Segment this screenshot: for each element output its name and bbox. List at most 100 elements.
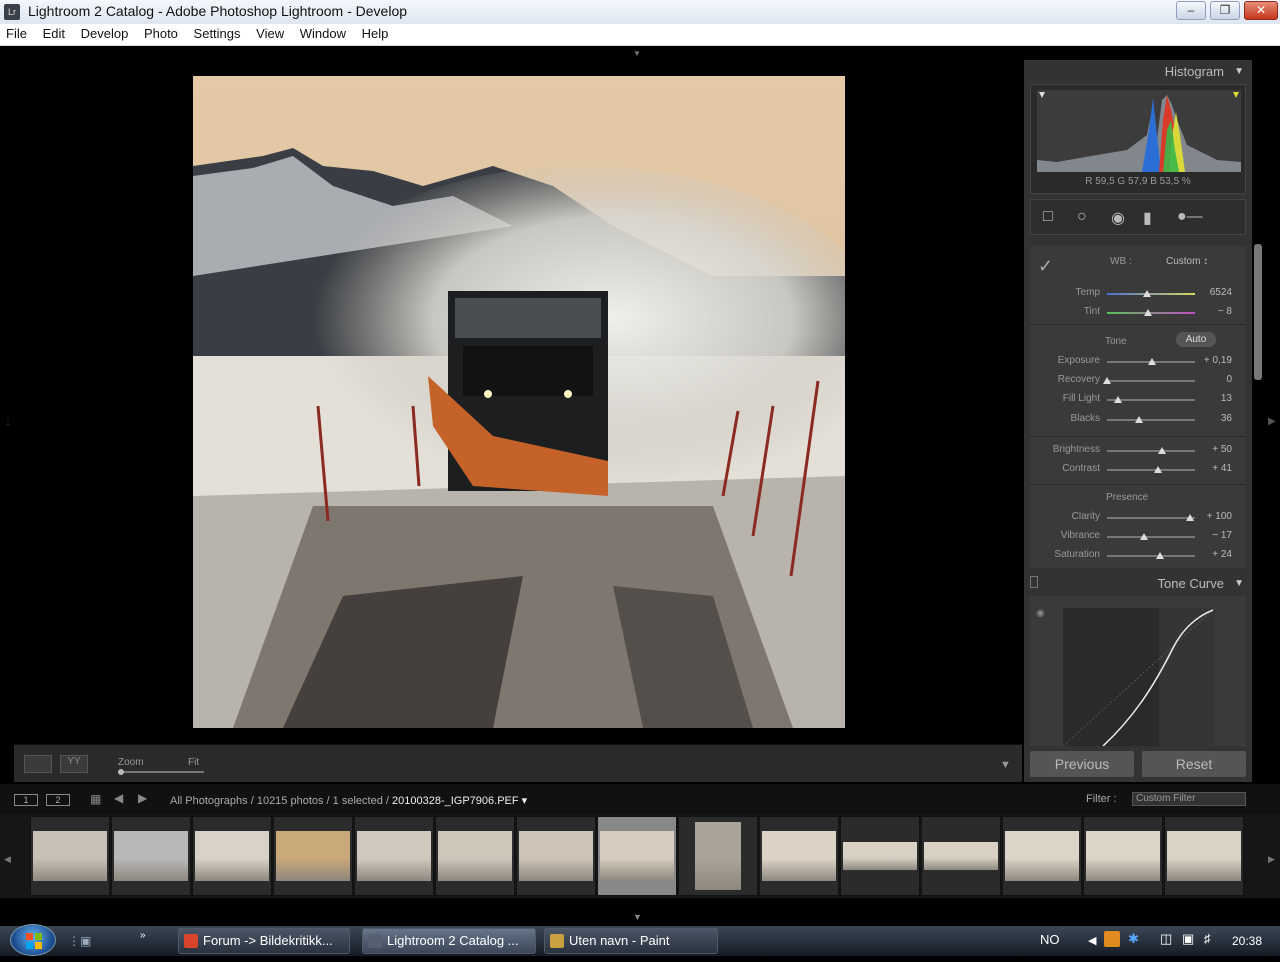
spot-removal-icon[interactable]: ○ bbox=[1077, 208, 1087, 226]
volume-icon[interactable]: ♯ bbox=[1204, 931, 1211, 946]
network-icon[interactable]: ▣ bbox=[1182, 931, 1194, 947]
task-paint[interactable]: Uten navn - Paint bbox=[544, 928, 718, 954]
clarity-slider-knob[interactable] bbox=[1185, 514, 1194, 521]
auto-tone-button[interactable]: Auto bbox=[1176, 332, 1216, 347]
more-icon[interactable]: » bbox=[140, 930, 146, 941]
brightness-slider-knob[interactable] bbox=[1158, 447, 1167, 454]
restore-button[interactable]: ❐ bbox=[1210, 1, 1240, 20]
filmstrip-cell[interactable] bbox=[192, 816, 272, 896]
tray-chevron-icon[interactable]: ◀ bbox=[1088, 934, 1096, 947]
filmstrip-cell[interactable] bbox=[111, 816, 191, 896]
filmstrip-cell[interactable] bbox=[435, 816, 515, 896]
menu-edit[interactable]: Edit bbox=[37, 24, 71, 41]
task-lightroom[interactable]: Lightroom 2 Catalog ... bbox=[362, 928, 536, 954]
recovery-value[interactable]: 0 bbox=[1200, 374, 1232, 385]
zoom-slider-knob[interactable] bbox=[118, 769, 124, 775]
histogram-graph[interactable] bbox=[1037, 90, 1241, 172]
tint-slider-knob[interactable] bbox=[1144, 309, 1153, 316]
recovery-slider-knob[interactable] bbox=[1103, 377, 1111, 384]
saturation-value[interactable]: + 24 bbox=[1200, 549, 1232, 560]
filmstrip-cell[interactable] bbox=[1164, 816, 1244, 896]
clock[interactable]: 20:38 bbox=[1232, 934, 1262, 948]
temp-value[interactable]: 6524 bbox=[1200, 287, 1232, 298]
task-browser[interactable]: Forum -> Bildekritikk... bbox=[178, 928, 350, 954]
tone-curve-header[interactable]: Tone Curve ▼ bbox=[1024, 572, 1252, 596]
toolbar-menu-icon[interactable]: ▼ bbox=[1000, 759, 1011, 771]
tray-language[interactable]: NO bbox=[1040, 932, 1060, 947]
close-button[interactable]: ✕ bbox=[1244, 1, 1278, 20]
adjustment-brush-icon[interactable]: ●— bbox=[1177, 208, 1203, 226]
exposure-value[interactable]: + 0,19 bbox=[1200, 355, 1232, 366]
bottom-panel-toggle[interactable]: ▼ bbox=[0, 898, 1280, 926]
menu-settings[interactable]: Settings bbox=[188, 24, 247, 41]
filmstrip-cell[interactable] bbox=[516, 816, 596, 896]
before-after-button[interactable]: YY bbox=[60, 755, 88, 773]
minimize-button[interactable]: – bbox=[1176, 1, 1206, 20]
fill-light-slider-knob[interactable] bbox=[1114, 396, 1123, 403]
wb-select[interactable]: Custom ↕ bbox=[1166, 256, 1208, 267]
crop-tool-icon[interactable]: □ bbox=[1043, 208, 1053, 226]
filter-select[interactable]: Custom Filter bbox=[1132, 792, 1246, 806]
loupe-view-button[interactable] bbox=[24, 755, 52, 773]
main-photo[interactable] bbox=[193, 76, 845, 728]
menu-help[interactable]: Help bbox=[356, 24, 395, 41]
contrast-slider[interactable] bbox=[1107, 469, 1195, 471]
primary-window-button[interactable]: 1 bbox=[14, 794, 38, 806]
filmstrip-right-icon[interactable]: ▶ bbox=[1268, 854, 1275, 865]
tint-value[interactable]: − 8 bbox=[1200, 306, 1232, 317]
reset-button[interactable]: Reset bbox=[1142, 751, 1246, 777]
tray-device-icon[interactable]: ◫ bbox=[1160, 931, 1172, 947]
zoom-value[interactable]: Fit bbox=[188, 757, 199, 768]
filmstrip-cell[interactable] bbox=[30, 816, 110, 896]
filmstrip-breadcrumb[interactable]: All Photographs / 10215 photos / 1 selec… bbox=[170, 794, 527, 807]
target-adjust-icon[interactable]: ◉ bbox=[1036, 608, 1045, 619]
filmstrip-cell[interactable] bbox=[678, 816, 758, 896]
contrast-value[interactable]: + 41 bbox=[1200, 463, 1232, 474]
temp-slider[interactable] bbox=[1107, 293, 1195, 295]
tray-app-icon[interactable] bbox=[1104, 931, 1120, 947]
forward-arrow-icon[interactable]: ▶ bbox=[138, 791, 147, 805]
contrast-slider-knob[interactable] bbox=[1154, 466, 1163, 473]
panel-toggle-icon[interactable] bbox=[1030, 576, 1038, 588]
panel-scrollbar[interactable] bbox=[1254, 244, 1262, 380]
brightness-slider[interactable] bbox=[1107, 450, 1195, 452]
menu-file[interactable]: File bbox=[0, 24, 33, 41]
secondary-window-button[interactable]: 2 bbox=[46, 794, 70, 806]
saturation-slider-knob[interactable] bbox=[1155, 552, 1164, 559]
breadcrumb-filename[interactable]: 20100328-_IGP7906.PEF ▾ bbox=[392, 795, 527, 807]
tone-curve-graph[interactable] bbox=[1063, 608, 1215, 746]
filmstrip-cell[interactable] bbox=[597, 816, 677, 896]
left-panel-toggle-icon[interactable]: ⋮ bbox=[3, 416, 13, 427]
back-arrow-icon[interactable]: ◀ bbox=[114, 791, 123, 805]
menu-develop[interactable]: Develop bbox=[75, 24, 135, 41]
filmstrip-left-icon[interactable]: ◀ bbox=[4, 854, 11, 865]
clarity-slider[interactable] bbox=[1107, 517, 1195, 519]
recovery-slider[interactable] bbox=[1107, 380, 1195, 382]
bluetooth-icon[interactable]: ✱ bbox=[1128, 931, 1139, 947]
vibrance-slider[interactable] bbox=[1107, 536, 1195, 538]
menu-window[interactable]: Window bbox=[294, 24, 352, 41]
histogram-header[interactable]: Histogram ▼ bbox=[1024, 60, 1252, 84]
graduated-filter-icon[interactable]: ▮ bbox=[1143, 208, 1152, 228]
quick-launch-icon[interactable]: ⋮▣ bbox=[68, 934, 91, 948]
saturation-slider[interactable] bbox=[1107, 555, 1195, 557]
fill-light-value[interactable]: 13 bbox=[1200, 393, 1232, 404]
vibrance-value[interactable]: − 17 bbox=[1200, 530, 1232, 541]
blacks-slider-knob[interactable] bbox=[1134, 416, 1143, 423]
eyedropper-icon[interactable]: ✓ bbox=[1038, 256, 1053, 277]
clarity-value[interactable]: + 100 bbox=[1200, 511, 1232, 522]
temp-slider-knob[interactable] bbox=[1142, 290, 1151, 297]
filmstrip-cell[interactable] bbox=[354, 816, 434, 896]
right-panel-toggle-icon[interactable]: ▶ bbox=[1268, 416, 1276, 427]
zoom-slider[interactable] bbox=[118, 771, 204, 773]
menu-photo[interactable]: Photo bbox=[138, 24, 184, 41]
brightness-value[interactable]: + 50 bbox=[1200, 444, 1232, 455]
previous-button[interactable]: Previous bbox=[1030, 751, 1134, 777]
blacks-slider[interactable] bbox=[1107, 419, 1195, 421]
exposure-slider-knob[interactable] bbox=[1147, 358, 1156, 365]
vibrance-slider-knob[interactable] bbox=[1139, 533, 1148, 540]
filmstrip-cell[interactable] bbox=[273, 816, 353, 896]
filmstrip-cell[interactable] bbox=[1002, 816, 1082, 896]
filmstrip-cell[interactable] bbox=[921, 816, 1001, 896]
filmstrip-cell[interactable] bbox=[1083, 816, 1163, 896]
